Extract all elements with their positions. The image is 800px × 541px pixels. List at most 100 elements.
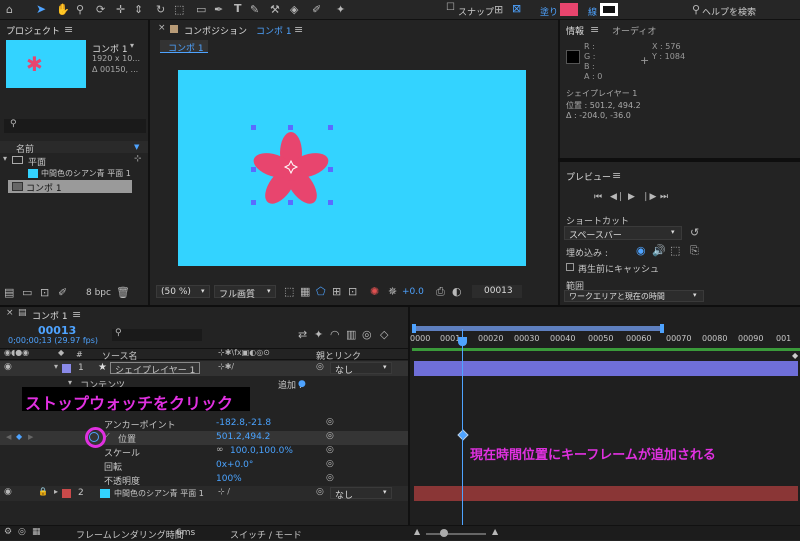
visibility-eye-icon[interactable]: ◉ [4, 363, 12, 372]
rotate-tool-icon[interactable]: ↻ [156, 4, 165, 15]
brush-tool-icon[interactable]: ✎ [250, 4, 259, 15]
playhead-end-icon[interactable]: ◆ [792, 351, 798, 360]
play-icon[interactable]: ▶ [628, 193, 635, 202]
selection-tool-icon[interactable]: ➤ [36, 3, 46, 15]
panel-menu-icon[interactable]: ≡ [612, 170, 621, 181]
new-comp-icon[interactable]: ⊡ [40, 287, 49, 298]
type-tool-icon[interactable]: T [234, 3, 242, 14]
next-keyframe-icon[interactable]: ▶ [28, 433, 33, 441]
parent-dropdown[interactable]: なし ▾ [330, 362, 392, 376]
color-channels-icon[interactable]: ✺ [370, 286, 379, 297]
expand-arrow-icon[interactable]: ▾ [68, 379, 72, 387]
prop-value[interactable]: -182.8,-21.8 [216, 418, 271, 428]
prop-value[interactable]: 501.2,494.2 [216, 432, 270, 442]
panel-menu-icon[interactable]: ≡ [590, 24, 599, 35]
shortcut-dropdown[interactable]: スペースバー ▾ [564, 226, 682, 241]
work-area-start-handle[interactable] [412, 324, 416, 333]
clone-tool-icon[interactable]: ⚒ [270, 4, 280, 15]
first-frame-icon[interactable]: ⏮ [594, 193, 602, 202]
bpc-label[interactable]: 8 bpc [86, 288, 111, 298]
work-area-end-handle[interactable] [660, 324, 664, 333]
tab-audio[interactable]: オーディオ [612, 24, 656, 37]
tab-info[interactable]: 情報 [566, 24, 584, 37]
zoom-slider[interactable] [426, 533, 486, 535]
transparency-grid-icon[interactable]: ▦ [300, 286, 310, 297]
quality-dropdown[interactable]: フル画質 ▾ [214, 285, 276, 300]
eraser-tool-icon[interactable]: ◈ [290, 4, 298, 15]
comp-viewer-tab[interactable]: コンポ 1 [160, 40, 208, 54]
timeline-tab[interactable]: コンポ 1 [32, 309, 68, 322]
pen-tool-icon[interactable]: ✒ [214, 4, 223, 15]
project-search[interactable]: ⚲ [4, 119, 146, 133]
export-icon[interactable]: ⎘ [690, 245, 699, 256]
prop-row-rotation[interactable]: 回転 0x+0.0° ◎ [0, 459, 408, 474]
snapshot-camera-icon[interactable]: ⎙ [436, 286, 445, 297]
toggle-inout-icon[interactable]: ▦ [32, 528, 41, 537]
toggle-switches-icon[interactable]: ⚙ [4, 528, 12, 537]
zoom-slider-thumb[interactable] [440, 529, 448, 537]
project-tab[interactable]: プロジェクト [6, 24, 60, 37]
expand-arrow-icon[interactable]: ▸ [54, 488, 58, 496]
pickwhip-icon[interactable]: ◎ [326, 446, 334, 455]
shy-icon[interactable]: ◠ [330, 329, 340, 340]
pickwhip-icon[interactable]: ◎ [316, 488, 324, 497]
visibility-eye-icon[interactable]: ◉ [4, 488, 12, 497]
switch-mode-toggle[interactable]: スイッチ / モード [230, 528, 302, 541]
layer-search[interactable]: ⚲ [112, 329, 202, 341]
prop-row-opacity[interactable]: 不透明度 100% ◎ [0, 473, 408, 488]
panel-menu-icon[interactable]: ≡ [64, 24, 73, 35]
interpret-footage-icon[interactable]: ▤ [4, 287, 14, 298]
layer-name-box[interactable]: シェイプレイヤー 1 [110, 362, 200, 376]
close-icon[interactable]: × [6, 309, 14, 318]
prop-row-scale[interactable]: スケール ∞ 100.0,100.0% ◎ [0, 445, 408, 460]
pickwhip-icon[interactable]: ◎ [326, 418, 334, 427]
pickwhip-icon[interactable]: ◎ [326, 474, 334, 483]
layer-switches-icon[interactable]: ⊹✱/ [218, 363, 234, 371]
pan-behind-icon[interactable]: ⬚ [174, 4, 184, 15]
playhead[interactable] [462, 329, 463, 525]
add-button-icon[interactable]: ● [298, 379, 306, 389]
new-folder-icon[interactable]: ▭ [22, 287, 32, 298]
zoom-out-icon[interactable]: ▲ [414, 528, 420, 536]
toggle-modes-icon[interactable]: ◎ [18, 528, 26, 537]
keyframe-marker-icon[interactable]: ◆ [16, 432, 22, 441]
home-icon[interactable]: ⌂ [6, 4, 13, 15]
project-item-solid[interactable]: 中間色のシアン青 平面 1 [0, 167, 148, 180]
roto-tool-icon[interactable]: ✐ [312, 4, 321, 15]
prev-keyframe-icon[interactable]: ◀ [6, 433, 11, 441]
panel-menu-icon[interactable]: ≡ [72, 309, 81, 320]
snap-option-icon[interactable]: ⊞ [494, 4, 503, 15]
thumb-arrow-icon[interactable]: ▾ [130, 42, 134, 50]
snapping-checkbox-icon[interactable]: ☐ [446, 3, 455, 13]
zoom-tool-icon[interactable]: ⚲ [76, 4, 84, 15]
viewer-timecode[interactable]: 00013 [472, 285, 522, 298]
stroke-swatch[interactable] [600, 3, 618, 16]
layer-name[interactable]: 中間色のシアン青 平面 1 [114, 488, 204, 499]
zoom-in-icon[interactable]: ▲ [492, 528, 498, 536]
prop-value[interactable]: 0x+0.0° [216, 460, 253, 470]
expand-arrow-icon[interactable]: ▾ [54, 363, 58, 371]
last-frame-icon[interactable]: ⏭ [660, 193, 668, 202]
flowchart-icon[interactable]: ⊹ [134, 155, 142, 164]
expand-arrow-icon[interactable]: ▾ [3, 155, 7, 163]
rectangle-tool-icon[interactable]: ▭ [196, 4, 206, 15]
show-snapshot-icon[interactable]: ◐ [452, 286, 462, 297]
grid-icon[interactable]: ⊡ [348, 286, 357, 297]
zoom-dropdown[interactable]: (50 %) ▾ [156, 285, 210, 298]
close-icon[interactable]: × [158, 24, 166, 33]
prop-value[interactable]: 100% [216, 474, 242, 484]
motion-blur-icon[interactable]: ◎ [362, 329, 372, 340]
settings-icon[interactable]: ✐ [58, 287, 67, 298]
dolly-tool-icon[interactable]: ⇕ [134, 4, 143, 15]
time-ruler[interactable]: 0000 0001 00020 00030 00040 00050 00060 … [410, 333, 800, 347]
prev-frame-icon[interactable]: ◀❘ [610, 193, 624, 202]
guides-icon[interactable]: ⊞ [332, 286, 341, 297]
prop-row-position[interactable]: ◀ ◆ ▶ ⟋ 位置 501.2,494.2 ◎ [0, 431, 408, 445]
exposure-reset-icon[interactable]: ✵ [388, 286, 397, 297]
layer-1-track[interactable] [414, 361, 798, 376]
orbit-tool-icon[interactable]: ⟳ [96, 4, 105, 15]
prop-row-anchor[interactable]: アンカーポイント -182.8,-21.8 ◎ [0, 417, 408, 432]
parent-dropdown[interactable]: なし ▾ [330, 487, 392, 501]
pickwhip-icon[interactable]: ◎ [326, 460, 334, 469]
comp-canvas[interactable] [178, 70, 526, 266]
